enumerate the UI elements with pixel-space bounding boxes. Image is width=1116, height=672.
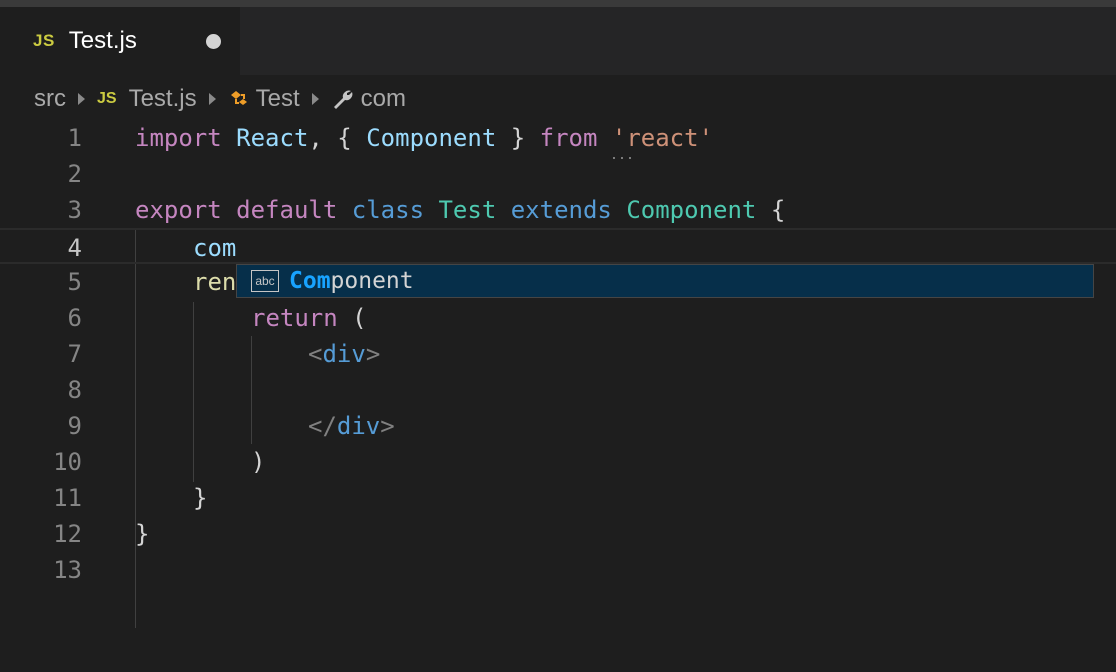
code-line: 12 } [0,516,1116,552]
code-line: 13 [0,552,1116,588]
suggestion-item-component[interactable]: Component [289,268,414,294]
line-content: <div> [308,340,381,368]
line-content: } [193,484,208,512]
chevron-right-icon [311,93,319,105]
hint-ellipsis-icon[interactable]: ··· [611,147,635,168]
line-number: 9 [67,412,82,440]
line-number: 11 [53,484,82,512]
code-editor[interactable]: 1 import React, { Component } from 'reac… [0,120,1116,672]
js-file-icon: JS [33,31,55,50]
code-line: 3 export default class Test extends Comp… [0,192,1116,228]
code-line: 1 import React, { Component } from 'reac… [0,120,1116,156]
code-line: 11 } [0,480,1116,516]
code-line: 6 return ( [0,300,1116,336]
tab-label: Test.js [68,27,137,54]
breadcrumb-symbol-label: com [360,85,406,112]
line-number: 8 [67,376,82,404]
suggestion-widget[interactable]: abc Component [236,264,1094,298]
line-number: 7 [67,340,82,368]
breadcrumb-folder[interactable]: src [34,85,66,113]
line-content: export default class Test extends Compon… [135,196,786,224]
line-number: 5 [67,268,82,296]
unsaved-dot-icon[interactable] [206,34,221,49]
window-top-strip [0,0,1116,7]
line-number: 4 [67,234,82,262]
code-line: 8 [0,372,1116,408]
line-number: 2 [67,160,82,188]
text-abc-icon: abc [251,270,279,292]
code-line: 7 <div> [0,336,1116,372]
line-content: </div> [308,412,395,440]
class-icon [230,91,247,105]
breadcrumb-folder-label: src [34,85,66,112]
line-content: ) [251,448,266,476]
chevron-right-icon [78,93,85,105]
wrench-icon [333,90,353,109]
tab-bar: JS Test.js [0,7,1116,75]
breadcrumb-symbol[interactable]: com [331,85,406,113]
breadcrumb-class[interactable]: Test [228,85,300,113]
line-content: ren [193,268,237,296]
line-number: 3 [67,196,82,224]
code-line-current: 4 com [0,228,1116,264]
breadcrumb-class-label: Test [255,85,300,112]
code-line: 2 [0,156,1116,192]
breadcrumb-file-label: Test.js [128,85,197,112]
code-line: 9 </div> [0,408,1116,444]
tab-test-js[interactable]: JS Test.js [0,7,240,75]
line-number: 10 [53,448,82,476]
line-content: return ( [251,304,367,332]
code-line: 10 ) [0,444,1116,480]
line-content: com [193,234,237,262]
line-number: 1 [67,124,82,152]
line-content: } [135,520,150,548]
breadcrumb-file[interactable]: JS Test.js [97,85,197,113]
breadcrumb: src JS Test.js Test com [0,79,1116,119]
line-number: 13 [53,556,82,584]
line-number: 12 [53,520,82,548]
js-file-icon: JS [97,90,117,107]
line-number: 6 [67,304,82,332]
chevron-right-icon [208,93,216,105]
